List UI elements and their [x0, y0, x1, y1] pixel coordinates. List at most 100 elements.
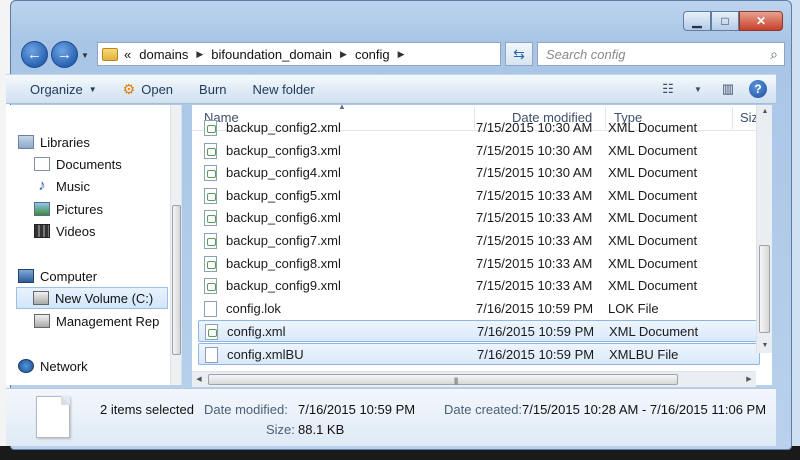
refresh-button[interactable]: ⇆ [505, 42, 533, 66]
view-options-icon[interactable]: ☷ [656, 78, 680, 100]
date-created-label: Date created: [444, 402, 523, 417]
file-list-horizontal-scrollbar[interactable]: ◀ |||| ▶ [192, 371, 756, 387]
breadcrumb-config[interactable]: config [355, 47, 390, 62]
command-bar: Organize ▼ ⚙ Open Burn New folder ☷ ▼ ▥ … [6, 74, 776, 104]
nav-libraries[interactable]: Libraries [18, 131, 178, 153]
nav-documents-label: Documents [56, 156, 122, 172]
file-name: backup_config2.xml [226, 120, 341, 135]
file-type: XML Document [609, 324, 699, 340]
view-dropdown-icon[interactable]: ▼ [686, 78, 710, 100]
file-type: XML Document [608, 187, 698, 203]
xml-file-icon [204, 233, 217, 249]
pictures-icon [34, 202, 50, 216]
file-row[interactable]: backup_config8.xml 7/15/2015 10:33 AM XML … [198, 253, 760, 275]
breadcrumb-chevron-icon[interactable]: ▶ [196, 49, 203, 60]
xml-file-icon [204, 120, 217, 136]
search-input[interactable] [546, 46, 746, 62]
open-label: Open [141, 81, 174, 97]
file-name: backup_config6.xml [226, 210, 341, 226]
file-type: XML Document [608, 165, 698, 181]
nav-computer[interactable]: Computer [18, 265, 178, 287]
breadcrumb-overflow[interactable]: « [124, 47, 131, 62]
date-modified-label: Date modified: [204, 402, 288, 417]
help-button[interactable]: ? [746, 78, 770, 100]
preview-pane-icon[interactable]: ▥ [716, 78, 740, 100]
search-box[interactable]: ⌕ [537, 42, 785, 66]
breadcrumb-domains[interactable]: domains [139, 47, 188, 62]
address-bar[interactable]: « domains ▶ bifoundation_domain ▶ config… [97, 42, 501, 66]
file-row[interactable]: config.lok 7/16/2015 10:59 PM LOK File [198, 298, 760, 320]
file-row[interactable]: backup_config5.xml 7/15/2015 10:33 AM XML … [198, 185, 760, 207]
nav-libraries-label: Libraries [40, 134, 90, 150]
caption-buttons: ▁ □ ✕ [683, 11, 783, 31]
minimize-button[interactable]: ▁ [683, 11, 711, 31]
xml-file-icon [204, 278, 217, 295]
file-name: backup_config8.xml [226, 255, 341, 271]
nav-music[interactable]: ♪ Music [34, 175, 181, 197]
close-button[interactable]: ✕ [739, 11, 783, 31]
file-row[interactable]: backup_config9.xml 7/15/2015 10:33 AM XML … [198, 275, 760, 297]
file-row[interactable]: backup_config6.xml 7/15/2015 10:33 AM XML … [198, 207, 760, 229]
vertical-scroll-thumb[interactable] [759, 245, 770, 333]
scroll-right-icon[interactable]: ▶ [742, 372, 756, 388]
view-controls: ☷ ▼ ▥ ? [650, 78, 770, 100]
file-list-vertical-scrollbar[interactable]: ▲ ▼ [756, 105, 772, 353]
file-date-modified: 7/15/2015 10:33 AM [476, 255, 593, 271]
file-date-modified: 7/15/2015 10:30 AM [476, 120, 593, 135]
file-row[interactable]: backup_config4.xml 7/15/2015 10:30 AM XML … [198, 162, 760, 184]
nav-documents[interactable]: Documents [34, 153, 181, 175]
file-name: backup_config9.xml [226, 278, 341, 294]
nav-network[interactable]: Network [18, 355, 178, 377]
navigation-pane: Libraries Documents ♪ Music Pictures Vid… [6, 105, 182, 385]
scroll-left-icon[interactable]: ◀ [192, 372, 206, 388]
nav-pictures[interactable]: Pictures [34, 198, 181, 220]
file-date-modified: 7/15/2015 10:30 AM [476, 142, 593, 158]
xml-file-icon [204, 165, 217, 182]
music-note-icon: ♪ [38, 177, 46, 194]
maximize-button[interactable]: □ [711, 11, 739, 31]
file-row[interactable]: backup_config2.xml 7/15/2015 10:30 AM XML … [198, 117, 760, 139]
nav-computer-label: Computer [40, 268, 98, 284]
nav-new-volume[interactable]: New Volume (C:) [16, 287, 168, 309]
file-icon [204, 300, 217, 317]
computer-icon [18, 269, 34, 283]
size-value: 88.1 KB [298, 422, 345, 437]
nav-management-rep[interactable]: Management Rep [34, 310, 181, 332]
nav-pane-scroll-thumb[interactable] [172, 205, 181, 355]
file-name: config.xmlBU [227, 347, 304, 362]
nav-music-label: Music [56, 178, 90, 194]
nav-network-label: Network [40, 358, 88, 374]
horizontal-scroll-thumb[interactable]: |||| [208, 374, 678, 385]
file-row[interactable]: config.xml 7/16/2015 10:59 PM XML Document [198, 320, 760, 343]
forward-button[interactable]: → [51, 41, 78, 68]
nav-pane-scrollbar[interactable] [170, 105, 181, 385]
new-folder-button[interactable]: New folder [243, 76, 325, 102]
burn-button[interactable]: Burn [189, 76, 236, 102]
scroll-down-icon[interactable]: ▼ [757, 339, 773, 353]
breadcrumb-chevron-icon[interactable]: ▶ [340, 49, 347, 60]
file-date-modified: 7/15/2015 10:33 AM [476, 210, 593, 226]
file-type: XML Document [608, 278, 698, 294]
size-label: Size: [266, 422, 295, 437]
scroll-up-icon[interactable]: ▲ [757, 105, 773, 119]
organize-button[interactable]: Organize ▼ [20, 76, 107, 102]
file-row[interactable]: config.xmlBU 7/16/2015 10:59 PM XMLBU File [198, 343, 760, 365]
file-row[interactable]: backup_config3.xml 7/15/2015 10:30 AM XML … [198, 140, 760, 162]
drive-icon [33, 291, 49, 305]
libraries-icon [18, 135, 34, 149]
nav-videos[interactable]: Videos [34, 220, 181, 242]
file-row[interactable]: backup_config7.xml 7/15/2015 10:33 AM XML … [198, 230, 760, 252]
videos-icon [34, 224, 50, 238]
breadcrumb-chevron-icon[interactable]: ▶ [398, 49, 405, 60]
breadcrumb-bifoundation-domain[interactable]: bifoundation_domain [211, 47, 332, 62]
nav-new-volume-label: New Volume (C:) [55, 290, 154, 306]
xml-file-icon [205, 324, 218, 341]
nav-pictures-label: Pictures [56, 201, 103, 217]
search-icon[interactable]: ⌕ [770, 46, 778, 63]
open-button[interactable]: ⚙ Open [113, 76, 183, 102]
selection-thumbnail-icon [36, 396, 70, 438]
file-list: ▲ Name Date modified Type Size backup_co… [192, 105, 772, 385]
file-name: config.xml [227, 324, 286, 340]
recent-pages-dropdown-icon[interactable]: ▼ [81, 51, 89, 60]
back-button[interactable]: ← [21, 41, 48, 68]
